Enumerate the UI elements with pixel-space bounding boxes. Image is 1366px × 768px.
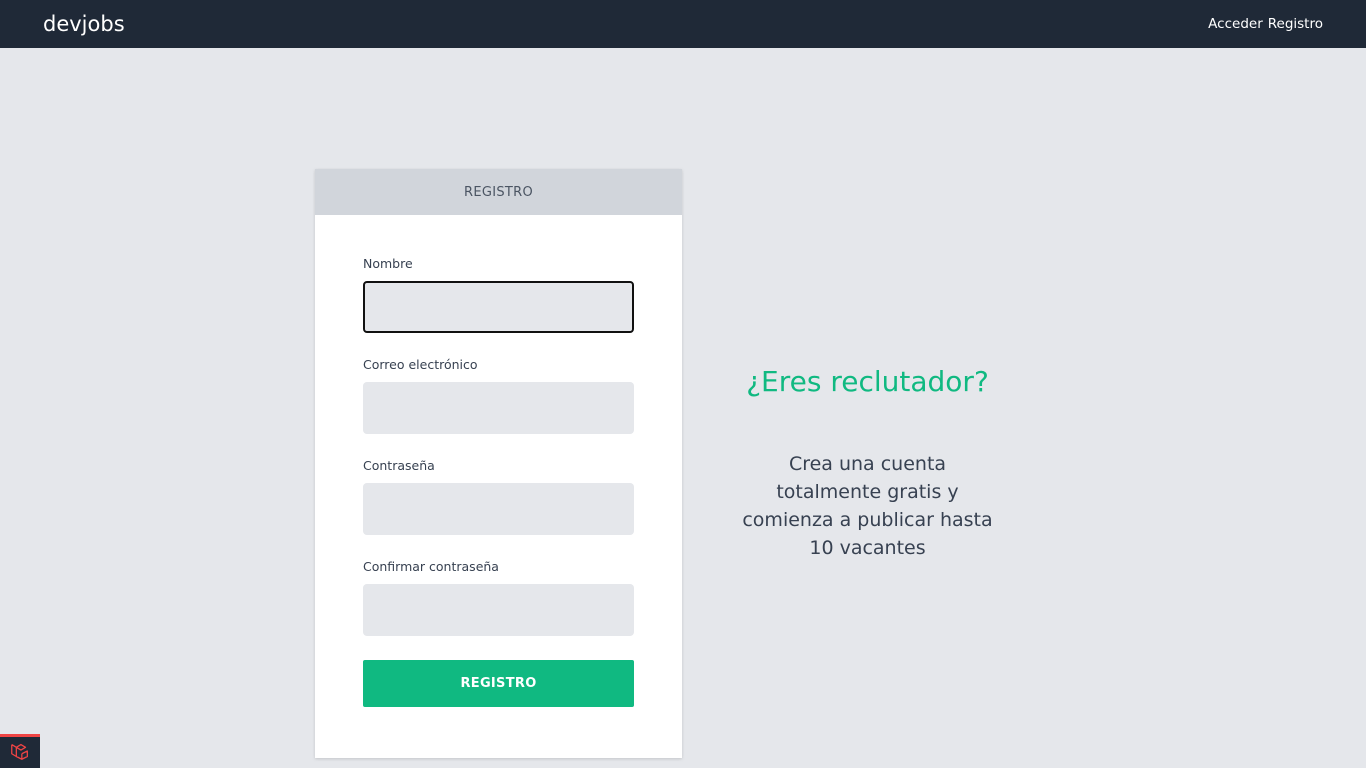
email-label: Correo electrónico xyxy=(363,357,478,372)
field-password: Contraseña xyxy=(363,458,634,535)
nav-link-acceder[interactable]: Acceder xyxy=(1208,16,1263,32)
nombre-label: Nombre xyxy=(363,256,413,271)
confirm-password-input[interactable] xyxy=(363,584,634,636)
field-confirm-password: Confirmar contraseña xyxy=(363,559,634,636)
brand-logo[interactable]: devjobs xyxy=(43,13,125,35)
password-label: Contraseña xyxy=(363,458,435,473)
nav-link-registro[interactable]: Registro xyxy=(1268,16,1323,32)
recruiter-promo: ¿Eres reclutador? Crea una cuenta totalm… xyxy=(735,362,1000,562)
register-button[interactable]: REGISTRO xyxy=(363,660,634,707)
register-card: REGISTRO Nombre Correo electrónico Contr… xyxy=(315,169,682,758)
promo-text: Crea una cuenta totalmente gratis y comi… xyxy=(742,453,993,559)
navbar: devjobs Acceder Registro xyxy=(0,0,1366,48)
debugbar-toggle[interactable] xyxy=(0,734,40,768)
confirm-password-label: Confirmar contraseña xyxy=(363,559,499,574)
nombre-input[interactable] xyxy=(363,281,634,333)
field-nombre: Nombre xyxy=(363,256,634,333)
promo-title: ¿Eres reclutador? xyxy=(746,365,989,398)
password-input[interactable] xyxy=(363,483,634,535)
card-header: REGISTRO xyxy=(315,169,682,215)
email-input[interactable] xyxy=(363,382,634,434)
laravel-icon xyxy=(9,740,31,766)
register-form: Nombre Correo electrónico Contraseña Con… xyxy=(315,215,682,707)
nav-links: Acceder Registro xyxy=(1208,16,1323,32)
field-email: Correo electrónico xyxy=(363,357,634,434)
